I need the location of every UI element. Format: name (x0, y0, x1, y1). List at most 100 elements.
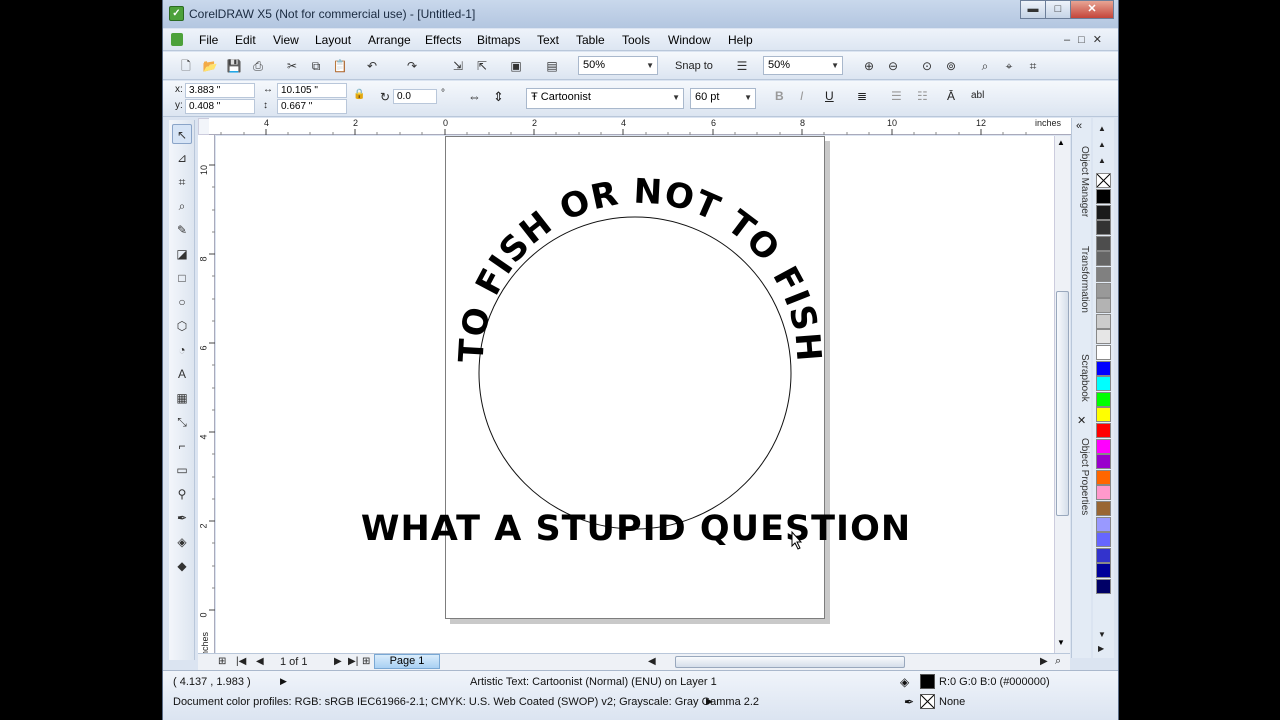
zoom-page-icon[interactable]: ⌕ (976, 57, 994, 75)
save-icon[interactable]: 💾 (225, 57, 243, 75)
zoom-in-icon[interactable]: ⊕ (860, 57, 878, 75)
page-tab[interactable]: Page 1 (374, 654, 440, 669)
options-icon[interactable]: ☰ (733, 57, 751, 75)
snap-to-label[interactable]: Snap to (675, 60, 713, 72)
height-field[interactable]: 0.667 " (277, 99, 347, 114)
menu-layout[interactable]: Layout (315, 33, 351, 47)
vertical-scrollbar[interactable]: ▲ ▼ (1054, 136, 1070, 654)
width-field[interactable]: 10.105 " (277, 83, 347, 98)
palette-scroll-down-icon[interactable]: ▼ (1098, 630, 1106, 639)
freehand-tool-icon[interactable]: ✎ (172, 220, 192, 240)
coreldraw-app-icon[interactable]: ✓ (169, 6, 184, 21)
first-page-icon[interactable]: ⊞ (218, 656, 226, 667)
zoom-level-combo[interactable]: 50% ▼ (578, 56, 658, 75)
color-swatch[interactable] (1096, 547, 1111, 563)
edit-text-icon[interactable]: Ā (947, 89, 955, 103)
italic-icon[interactable]: I (800, 89, 803, 103)
polygon-tool-icon[interactable]: ⬡ (172, 316, 192, 336)
color-swatch[interactable] (1096, 345, 1111, 360)
menu-view[interactable]: View (273, 33, 299, 47)
color-swatch[interactable] (1096, 360, 1111, 376)
docker-tab-scrapbook[interactable]: Scrapbook (1074, 354, 1090, 412)
mirror-horizontal-icon[interactable]: ⇔ (468, 89, 481, 104)
menu-table[interactable]: Table (576, 33, 605, 47)
last-page-icon[interactable]: ▶| (348, 656, 358, 667)
close-button[interactable]: ✕ (1070, 0, 1114, 19)
color-swatch[interactable] (1096, 485, 1111, 501)
zoom-level-combo-2[interactable]: 50% ▼ (763, 56, 843, 75)
bottom-text-object[interactable]: WHAT A STUPID QUESTION (361, 509, 911, 549)
color-swatch[interactable] (1096, 267, 1111, 282)
vertical-scroll-thumb[interactable] (1056, 291, 1069, 516)
welcome-screen-icon[interactable]: ▤ (543, 57, 561, 75)
crop-tool-icon[interactable]: ⌗ (172, 172, 192, 192)
x-position-field[interactable]: 3.883 " (185, 83, 255, 98)
color-swatch[interactable] (1096, 204, 1111, 220)
menu-file[interactable]: File (199, 33, 218, 47)
zoom-out-icon[interactable]: ⊖ (884, 57, 902, 75)
color-swatch[interactable] (1096, 438, 1111, 454)
menu-help[interactable]: Help (728, 33, 753, 47)
rewind-icon[interactable]: |◀ (236, 656, 246, 667)
status-expand-icon[interactable]: ▶ (280, 676, 287, 687)
color-swatch[interactable] (1096, 501, 1111, 516)
add-page-icon[interactable]: ⊞ (362, 656, 370, 667)
y-position-field[interactable]: 0.408 " (185, 99, 255, 114)
color-swatch[interactable] (1096, 298, 1111, 314)
font-size-combo[interactable]: 60 pt ▼ (690, 88, 756, 109)
status-expand-icon[interactable]: ▶ (706, 696, 713, 707)
horizontal-ruler[interactable]: 4 2 0 2 4 6 8 10 12 inches (209, 118, 1071, 135)
palette-expand-icon[interactable]: ▶ (1098, 644, 1104, 653)
color-swatch[interactable] (1096, 563, 1111, 579)
bullet-list-icon[interactable]: ☰ (891, 89, 902, 103)
color-swatch[interactable] (1096, 516, 1111, 532)
outline-tool-icon[interactable]: ✒ (172, 508, 192, 528)
color-swatch[interactable] (1096, 189, 1111, 204)
lock-ratio-icon[interactable]: 🔒 (353, 89, 365, 100)
docker-tab-object-manager[interactable]: Object Manager (1074, 146, 1090, 238)
color-swatch[interactable] (1096, 423, 1111, 438)
scroll-left-icon[interactable]: ◀ (648, 656, 656, 667)
cut-icon[interactable]: ✂ (283, 57, 301, 75)
menu-effects[interactable]: Effects (425, 33, 461, 47)
menu-edit[interactable]: Edit (235, 33, 256, 47)
undo-icon[interactable]: ↶ (363, 57, 381, 75)
color-swatch[interactable] (1096, 313, 1111, 329)
open-icon[interactable]: 📂 (201, 57, 219, 75)
blend-tool-icon[interactable]: ▭ (172, 460, 192, 480)
pick-tool-icon[interactable]: ↖ (172, 124, 192, 144)
menu-bitmaps[interactable]: Bitmaps (477, 33, 520, 47)
eyedropper-tool-icon[interactable]: ⚲ (172, 484, 192, 504)
no-color-swatch[interactable] (1096, 173, 1111, 188)
color-swatch[interactable] (1096, 235, 1111, 251)
menu-tools[interactable]: Tools (622, 33, 650, 47)
zoom-width-icon[interactable]: ⌖ (1000, 57, 1018, 75)
import-icon[interactable]: ⇲ (449, 57, 467, 75)
minimize-button[interactable]: ▬ (1020, 0, 1046, 19)
color-swatch[interactable] (1096, 376, 1111, 392)
redo-icon[interactable]: ↷ (403, 57, 421, 75)
vertical-ruler[interactable]: 10 8 6 4 2 0 inches (198, 135, 215, 658)
dimension-tool-icon[interactable]: ⤡ (172, 412, 192, 432)
scroll-up-icon[interactable]: ▲ (1057, 138, 1065, 147)
next-page-icon[interactable]: ▶ (334, 656, 342, 667)
color-swatch[interactable] (1096, 454, 1111, 470)
color-swatch[interactable] (1096, 391, 1111, 407)
fill-tool-icon[interactable]: ◈ (172, 532, 192, 552)
document-icon[interactable] (171, 33, 183, 46)
color-swatch[interactable] (1096, 532, 1111, 548)
maximize-button[interactable]: □ (1045, 0, 1071, 19)
collapse-docker-icon[interactable]: « (1076, 120, 1082, 132)
application-launcher-icon[interactable]: ▣ (507, 57, 525, 75)
basic-shapes-tool-icon[interactable]: ◔ (172, 340, 192, 360)
docker-tab-transformation[interactable]: Transformation (1074, 246, 1090, 336)
drop-cap-icon[interactable]: ☷ (917, 89, 928, 103)
drawing-window[interactable]: TO FISH OR NOT TO FISH WHAT A STUPID QUE… (216, 136, 1054, 654)
paste-icon[interactable]: 📋 (331, 57, 349, 75)
font-list-combo[interactable]: Ŧ Cartoonist ▼ (526, 88, 684, 109)
bold-icon[interactable]: B (775, 89, 784, 103)
arc-text-object[interactable]: TO FISH OR NOT TO FISH (452, 171, 829, 363)
menu-window[interactable]: Window (668, 33, 711, 47)
connector-tool-icon[interactable]: ⌐ (172, 436, 192, 456)
color-swatch[interactable] (1096, 407, 1111, 423)
